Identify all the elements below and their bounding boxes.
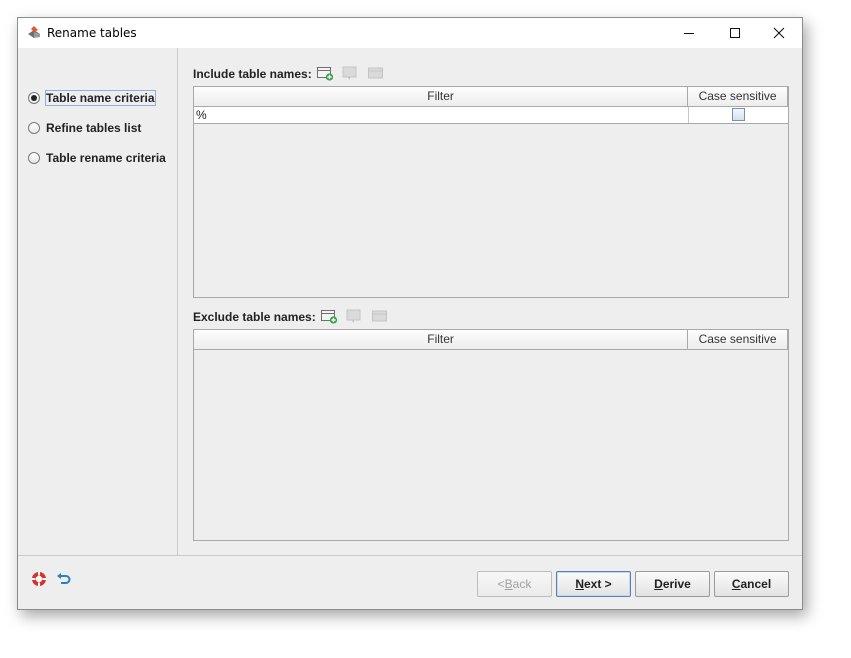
back-button[interactable]: < Back — [477, 571, 552, 597]
dialog-footer: < Back Next > Derive Cancel — [18, 555, 802, 609]
step-table-name-criteria[interactable]: Table name criteria — [28, 88, 156, 108]
radio-unselected[interactable] — [28, 152, 40, 164]
next-button-label-post: ext > — [583, 577, 612, 591]
rename-tables-dialog: Rename tables Table name criteria Refine… — [17, 17, 803, 610]
exclude-table[interactable]: Filter Case sensitive — [193, 329, 789, 541]
step-table-rename-criteria[interactable]: Table rename criteria — [28, 148, 167, 168]
wizard-steps: Table name criteria Refine tables list T… — [18, 48, 178, 555]
case-sensitive-column-header[interactable]: Case sensitive — [688, 330, 788, 350]
step-refine-tables-list[interactable]: Refine tables list — [28, 118, 142, 138]
derive-button-mnemonic: D — [654, 577, 663, 591]
dialog-content: Table name criteria Refine tables list T… — [18, 48, 802, 609]
title-bar[interactable]: Rename tables — [18, 18, 802, 48]
filter-column-header[interactable]: Filter — [194, 330, 689, 350]
cancel-button-label-post: ancel — [740, 577, 772, 591]
step-label: Table rename criteria — [46, 151, 166, 165]
next-button-mnemonic: N — [575, 577, 584, 591]
undo-icon[interactable] — [56, 571, 72, 587]
radio-unselected[interactable] — [28, 122, 40, 134]
add-row-icon[interactable] — [316, 65, 334, 81]
add-row-icon[interactable] — [320, 308, 338, 324]
back-button-mnemonic: B — [504, 577, 513, 591]
step-label: Table name criteria — [45, 90, 156, 106]
derive-button-label-post: erive — [662, 577, 691, 591]
case-sensitive-checkbox[interactable] — [732, 108, 745, 121]
next-button[interactable]: Next > — [556, 571, 631, 597]
cancel-button[interactable]: Cancel — [714, 571, 789, 597]
table-row[interactable]: % — [194, 107, 788, 124]
step-label: Refine tables list — [46, 121, 142, 135]
case-sensitive-column-header[interactable]: Case sensitive — [688, 87, 788, 107]
include-label: Include table names: — [193, 67, 312, 81]
edit-row-icon[interactable] — [341, 65, 359, 81]
derive-button[interactable]: Derive — [635, 571, 710, 597]
help-icon[interactable] — [31, 571, 47, 587]
case-sensitive-cell[interactable] — [689, 107, 788, 123]
remove-row-icon[interactable] — [371, 308, 389, 324]
close-icon — [773, 27, 785, 39]
app-icon — [28, 26, 40, 38]
minimize-button[interactable] — [666, 18, 712, 48]
radio-selected[interactable] — [28, 92, 40, 104]
include-table-header: Filter Case sensitive — [194, 87, 788, 107]
maximize-button[interactable] — [712, 18, 758, 48]
filter-column-header[interactable]: Filter — [194, 87, 689, 107]
close-button[interactable] — [756, 18, 802, 48]
include-table[interactable]: Filter Case sensitive % — [193, 86, 789, 298]
exclude-table-header: Filter Case sensitive — [194, 330, 788, 350]
edit-row-icon[interactable] — [345, 308, 363, 324]
minimize-icon — [684, 33, 694, 34]
filter-cell[interactable]: % — [194, 107, 689, 123]
remove-row-icon[interactable] — [367, 65, 385, 81]
cancel-button-mnemonic: C — [731, 577, 741, 591]
window-title: Rename tables — [47, 26, 137, 40]
back-button-label-pre: < — [497, 577, 505, 591]
back-button-label-post: ack — [512, 577, 532, 591]
maximize-icon — [730, 28, 740, 38]
exclude-label: Exclude table names: — [193, 310, 316, 324]
